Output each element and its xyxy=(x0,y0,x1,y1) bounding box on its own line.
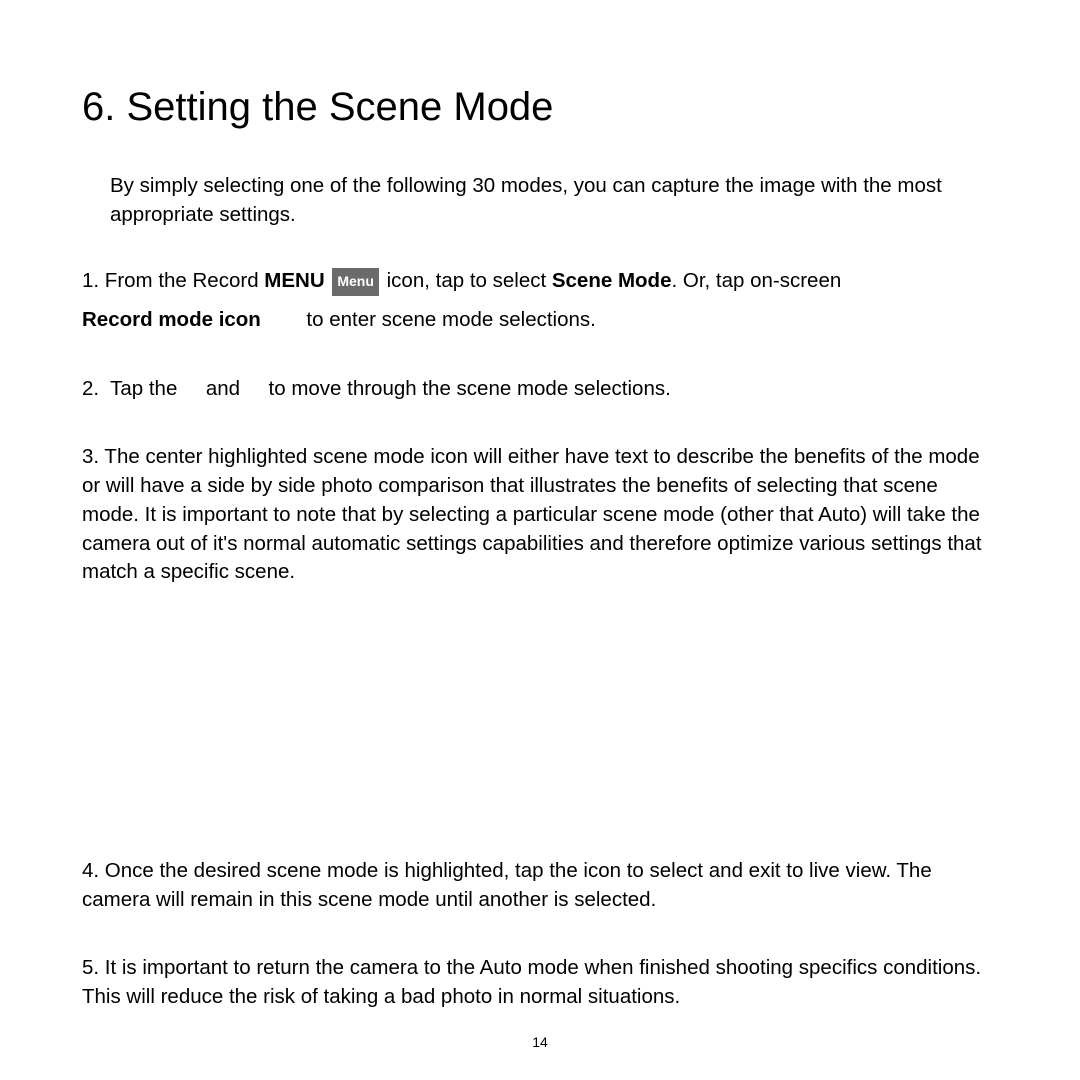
scene-mode-bold: Scene Mode xyxy=(552,269,672,292)
step-1-suffix: . Or, tap on-screen xyxy=(671,269,841,292)
step-1-prefix: 1. From the Record xyxy=(82,269,264,292)
intro-paragraph: By simply selecting one of the following… xyxy=(110,172,998,229)
step-5: 5. It is important to return the camera … xyxy=(82,954,998,1011)
menu-bold: MENU xyxy=(264,269,324,292)
section-heading: 6. Setting the Scene Mode xyxy=(82,85,998,130)
record-mode-line: Record mode icon to enter scene mode sel… xyxy=(82,306,998,335)
step-2: 2. Tap the and to move through the scene… xyxy=(82,375,998,404)
menu-icon: Menu xyxy=(332,268,379,296)
record-mode-icon-label: Record mode icon xyxy=(82,308,261,331)
step-4: 4. Once the desired scene mode is highli… xyxy=(82,857,998,914)
record-mode-suffix: to enter scene mode selections. xyxy=(261,308,596,331)
step-1-mid: icon, tap to select xyxy=(387,269,552,292)
page-number: 14 xyxy=(532,1034,548,1050)
step-3: 3. The center highlighted scene mode ico… xyxy=(82,443,998,586)
step-1: 1. From the Record MENU Menu icon, tap t… xyxy=(82,267,998,334)
